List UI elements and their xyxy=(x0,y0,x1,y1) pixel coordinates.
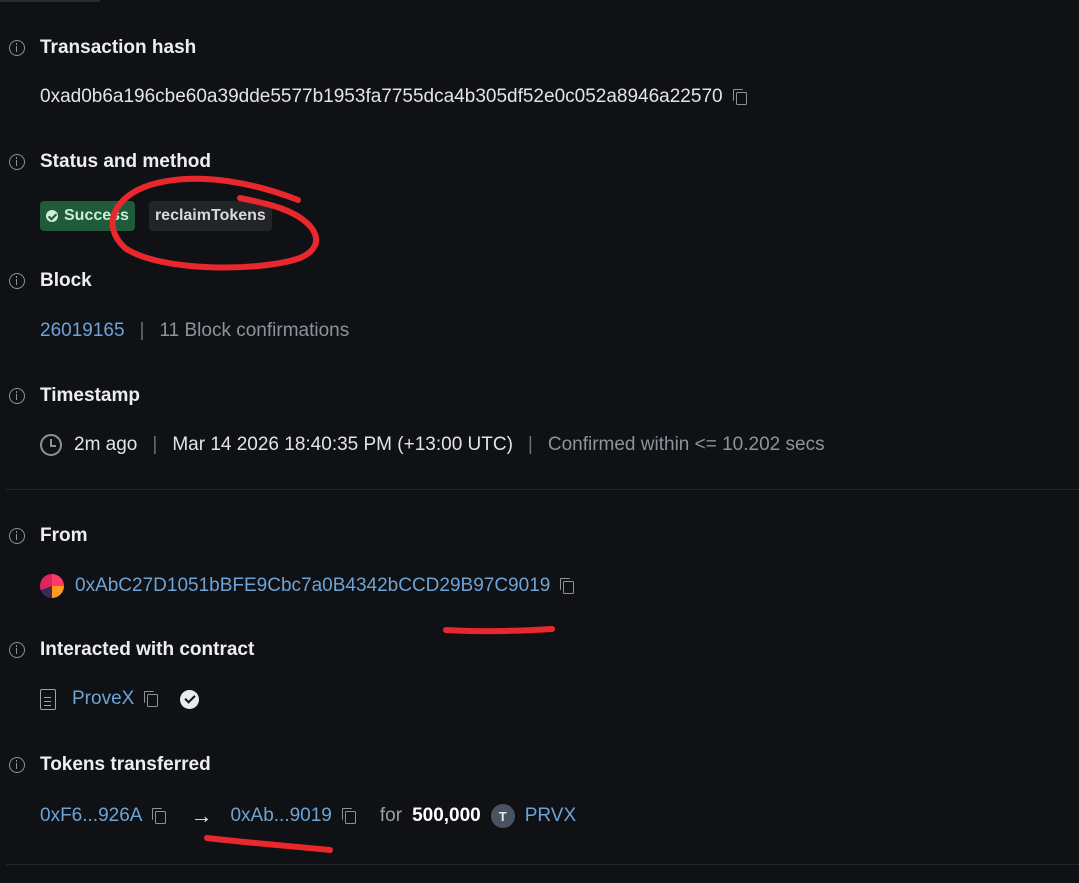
token-symbol-link[interactable]: PRVX xyxy=(525,805,576,827)
timestamp-datetime: Mar 14 2026 18:40:35 PM (+13:00 UTC) xyxy=(172,434,513,455)
copy-icon[interactable] xyxy=(560,578,575,594)
verified-check-icon xyxy=(180,689,200,709)
copy-icon[interactable] xyxy=(341,808,356,824)
tokens-label: Tokens transferred xyxy=(40,754,211,775)
copy-icon[interactable] xyxy=(732,89,747,105)
separator: | xyxy=(152,434,158,455)
timestamp-relative: 2m ago xyxy=(74,434,138,455)
transaction-hash-value-row: 0xad0b6a196cbe60a39dde5577b1953fa7755dca… xyxy=(40,86,747,108)
separator: | xyxy=(139,320,145,341)
check-circle-icon xyxy=(46,210,58,222)
token-logo-icon: T xyxy=(490,804,515,828)
section-divider xyxy=(6,864,1079,865)
token-from-address-link[interactable]: 0xF6...926A xyxy=(40,805,142,827)
section-divider xyxy=(6,489,1079,490)
info-icon[interactable] xyxy=(9,273,25,289)
contract-name-link[interactable]: ProveX xyxy=(72,688,134,710)
from-label: From xyxy=(40,525,88,546)
info-icon[interactable] xyxy=(9,757,25,773)
separator: | xyxy=(527,434,533,455)
method-badge: reclaimTokens xyxy=(148,201,272,231)
token-amount: 500,000 xyxy=(412,805,481,826)
address-avatar xyxy=(40,574,64,598)
contract-document-icon xyxy=(40,688,56,710)
block-confirmations: 11 Block confirmations xyxy=(159,320,350,341)
token-to-address-link[interactable]: 0xAb...9019 xyxy=(230,805,331,827)
transaction-hash-value: 0xad0b6a196cbe60a39dde5577b1953fa7755dca… xyxy=(40,86,723,107)
timestamp-values: 2m ago | Mar 14 2026 18:40:35 PM (+13:00… xyxy=(40,434,825,456)
block-label: Block xyxy=(40,270,92,291)
status-method-label: Status and method xyxy=(40,151,212,172)
from-address-link[interactable]: 0xAbC27D1051bBFE9Cbc7a0B4342bCCD29B97C90… xyxy=(75,575,550,597)
for-label: for xyxy=(379,805,403,826)
copy-icon[interactable] xyxy=(144,691,159,707)
block-number-link[interactable]: 26019165 xyxy=(40,320,125,342)
transaction-hash-label: Transaction hash xyxy=(40,37,197,58)
info-icon[interactable] xyxy=(9,40,25,56)
info-icon[interactable] xyxy=(9,154,25,170)
from-values: 0xAbC27D1051bBFE9Cbc7a0B4342bCCD29B97C90… xyxy=(40,574,575,598)
timestamp-label: Timestamp xyxy=(40,385,140,406)
status-method-values: Success reclaimTokens xyxy=(40,201,272,231)
info-icon[interactable] xyxy=(9,528,25,544)
info-icon[interactable] xyxy=(9,388,25,404)
info-icon[interactable] xyxy=(9,642,25,658)
arrow-right-icon: → xyxy=(190,803,213,828)
block-values: 26019165 | 11 Block confirmations xyxy=(40,320,349,342)
annotation-underline-from xyxy=(443,626,555,635)
status-text: Success xyxy=(64,207,129,224)
annotation-underline-to xyxy=(204,835,333,853)
timestamp-confirmed: Confirmed within <= 10.202 secs xyxy=(547,434,825,455)
copy-icon[interactable] xyxy=(152,808,167,824)
top-scroll-stub xyxy=(0,0,100,2)
clock-icon xyxy=(40,434,62,456)
contract-values: ProveX xyxy=(40,688,200,710)
contract-label: Interacted with contract xyxy=(40,639,255,660)
status-badge: Success xyxy=(40,201,135,231)
tokens-values: 0xF6...926A → 0xAb...9019 for 500,000 T … xyxy=(40,803,576,829)
